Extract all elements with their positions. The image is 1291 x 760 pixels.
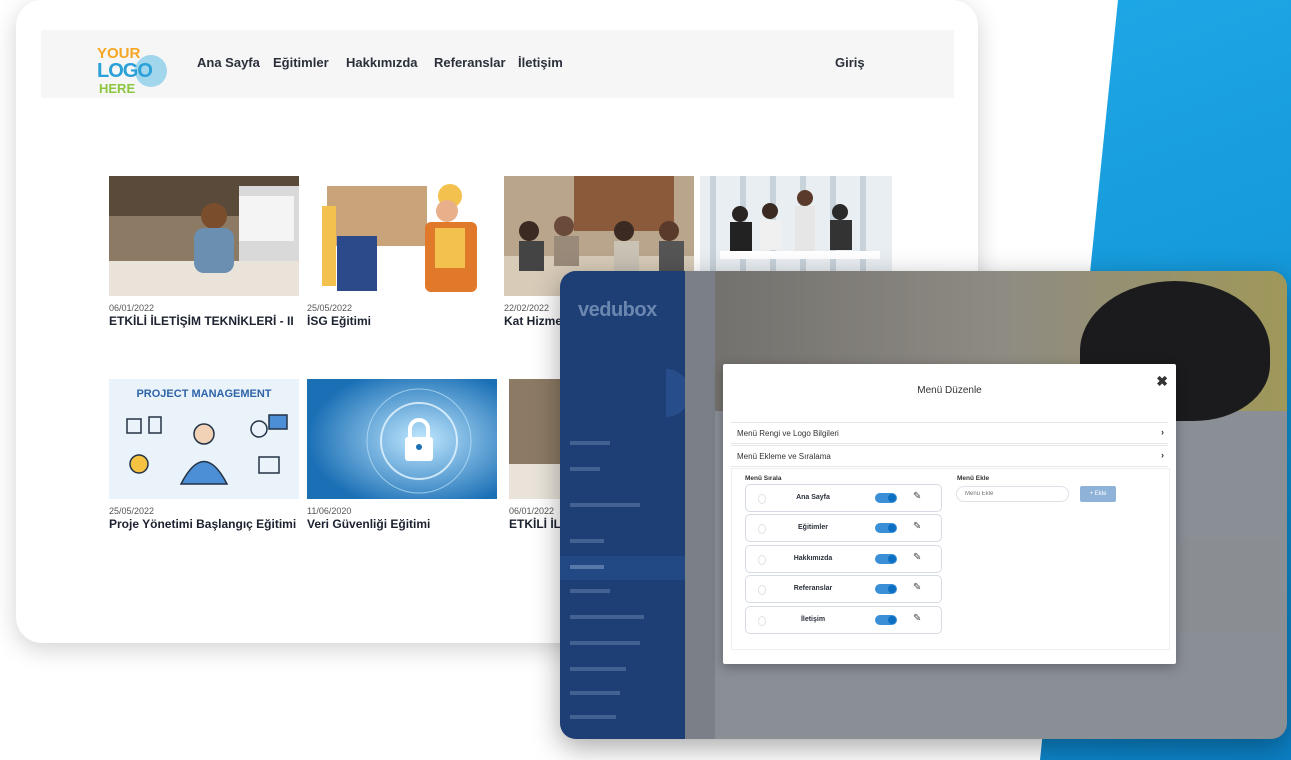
visibility-toggle[interactable] <box>875 523 897 533</box>
course-title[interactable]: ETKİLİ İLETİŞİM TEKNİKLERİ - II <box>109 314 299 328</box>
course-date: 25/05/2022 <box>307 303 353 313</box>
chevron-right-icon: › <box>1161 450 1164 460</box>
logo-line3: HERE <box>99 81 136 96</box>
menu-add-input[interactable] <box>956 486 1069 502</box>
drag-handle-icon[interactable] <box>758 585 766 595</box>
menu-item-label: Ana Sayfa <box>796 494 830 501</box>
admin-sidebar: vedubox <box>560 271 690 739</box>
menu-add-label: Menü Ekle <box>957 475 990 482</box>
menu-sort-label: Menü Sırala <box>745 475 782 482</box>
menu-row[interactable]: Referanslar ✎ <box>745 575 942 603</box>
nav-referanslar[interactable]: Referanslar <box>434 55 506 70</box>
course-date: 11/06/2020 <box>307 506 352 516</box>
visibility-toggle[interactable] <box>875 584 897 594</box>
edit-icon[interactable]: ✎ <box>913 521 925 533</box>
site-navbar: YOUR LOGO HERE Ana Sayfa Eğitimler Hakkı… <box>41 30 954 98</box>
menu-row[interactable]: Eğitimler ✎ <box>745 514 942 542</box>
menu-edit-modal: Menü Düzenle ✖ Menü Rengi ve Logo Bilgil… <box>723 364 1176 664</box>
course-date: 06/01/2022 <box>109 303 155 313</box>
accordion-menu-color-logo[interactable]: Menü Rengi ve Logo Bilgileri › <box>731 422 1168 444</box>
menu-item-label: İletişim <box>800 616 826 623</box>
logo-line1: YOUR <box>97 45 141 62</box>
visibility-toggle[interactable] <box>875 554 897 564</box>
add-menu-button[interactable]: + Ekle <box>1080 486 1116 502</box>
admin-brand: vedubox <box>578 299 657 321</box>
visibility-toggle[interactable] <box>875 615 897 625</box>
close-icon[interactable]: ✖ <box>1156 373 1168 390</box>
course-image <box>109 176 299 296</box>
course-title[interactable]: Veri Güvenliği Eğitimi <box>307 517 497 531</box>
course-card[interactable]: 11/06/2020 Veri Güvenliği Eğitimi <box>307 379 497 531</box>
modal-title: Menü Düzenle <box>917 385 982 396</box>
drag-handle-icon[interactable] <box>758 616 766 626</box>
course-date: 25/05/2022 <box>109 506 155 516</box>
edit-icon[interactable]: ✎ <box>913 582 925 594</box>
drag-handle-icon[interactable] <box>758 494 766 504</box>
admin-panel-preview: vedubox Menü Düzenle ✖ Menü Rengi ve Log… <box>560 271 1287 739</box>
drag-handle-icon[interactable] <box>758 555 766 565</box>
menu-item-label: Referanslar <box>793 585 833 592</box>
course-image: PROJECT MANAGEMENT <box>109 379 299 499</box>
menu-item-label: Hakkımızda <box>793 555 833 562</box>
menu-row[interactable]: Hakkımızda ✎ <box>745 545 942 573</box>
edit-icon[interactable]: ✎ <box>913 613 925 625</box>
course-card[interactable]: 06/01/2022 ETKİLİ İLETİŞİM TEKNİKLERİ - … <box>109 176 299 328</box>
course-image <box>307 379 497 499</box>
nav-iletisim[interactable]: İletişim <box>518 55 563 70</box>
course-title[interactable]: Proje Yönetimi Başlangıç Eğitimi <box>109 517 299 531</box>
logo-line2: LOGO <box>97 60 153 82</box>
menu-item-label: Eğitimler <box>798 524 828 531</box>
edit-icon[interactable]: ✎ <box>913 552 925 564</box>
site-logo[interactable]: YOUR LOGO HERE <box>97 46 187 102</box>
edit-icon[interactable]: ✎ <box>913 491 925 503</box>
menu-row[interactable]: İletişim ✎ <box>745 606 942 634</box>
accordion-menu-add-sort[interactable]: Menü Ekleme ve Sıralama › <box>731 445 1168 467</box>
nav-hakkimizda[interactable]: Hakkımızda <box>346 55 418 70</box>
course-card[interactable]: 25/05/2022 İSG Eğitimi <box>307 176 497 328</box>
course-image <box>307 176 497 296</box>
drag-handle-icon[interactable] <box>758 524 766 534</box>
chevron-right-icon: › <box>1161 427 1164 437</box>
course-card[interactable]: PROJECT MANAGEMENT 25/05/2022 Proje Yöne… <box>109 379 299 531</box>
nav-ana-sayfa[interactable]: Ana Sayfa <box>197 55 260 70</box>
visibility-toggle[interactable] <box>875 493 897 503</box>
nav-egitimler[interactable]: Eğitimler <box>273 55 329 70</box>
menu-row[interactable]: Ana Sayfa ✎ <box>745 484 942 512</box>
course-title[interactable]: İSG Eğitimi <box>307 314 497 328</box>
login-link[interactable]: Giriş <box>835 55 865 70</box>
